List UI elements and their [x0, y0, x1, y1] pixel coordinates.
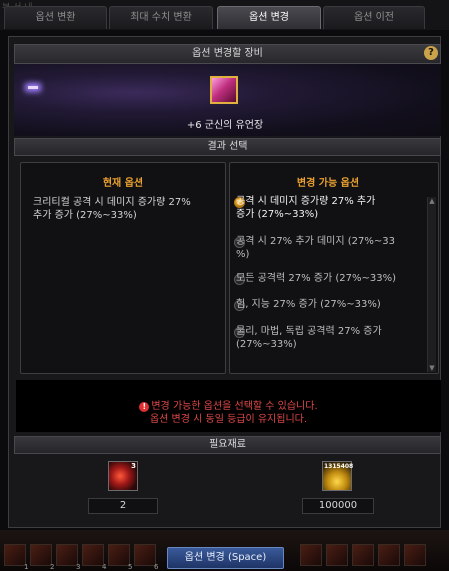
option-line: 힘, 지능 27% 증가 (27%~33%)	[236, 299, 381, 310]
current-option-title: 현재 옵션	[102, 178, 144, 189]
current-option-line: 크리티컬 공격 시 데미지 증가량 27%	[33, 197, 191, 208]
quickslot-1[interactable]	[4, 544, 26, 566]
quickslot-3[interactable]	[56, 544, 78, 566]
option-line: %)	[236, 249, 250, 260]
material-amount: 2	[88, 498, 158, 514]
section-title-result: 결과 선택	[14, 138, 441, 156]
options-scrollbar[interactable]: ▲ ▼	[427, 197, 436, 372]
current-option-panel	[20, 162, 226, 374]
gold-coins-icon[interactable]: 1315408	[322, 461, 354, 491]
quickslot-number: 2	[50, 563, 55, 571]
equipment-name: +6 군신의 유언장	[186, 120, 264, 131]
scroll-up-arrow-icon[interactable]: ▲	[428, 197, 436, 205]
quickslot-number: 4	[102, 563, 107, 571]
option-item-5[interactable]: 물리, 마법, 독립 공격력 27% 증가 (27%~33%)	[236, 325, 416, 351]
option-change-button[interactable]: 옵션 변경 (Space)	[167, 547, 284, 569]
current-option-line: 추가 증가 (27%~33%)	[33, 210, 137, 221]
quickslot-number: 5	[128, 563, 133, 571]
tab-option-change[interactable]: 옵션 변경	[217, 6, 321, 29]
scroll-item-icon[interactable]	[210, 76, 238, 104]
quickslot-6[interactable]	[134, 544, 156, 566]
skill-slot[interactable]	[404, 544, 426, 566]
changeable-options-title: 변경 가능 옵션	[296, 178, 360, 189]
quickslot-2[interactable]	[30, 544, 52, 566]
quickslot-number: 6	[154, 563, 159, 571]
section-title-materials: 필요재료	[14, 436, 441, 454]
option-line: 공격 시 27% 추가 데미지 (27%~33	[236, 236, 395, 247]
tab-option-transfer[interactable]: 옵션 이전	[323, 6, 425, 29]
gold-amount: 100000	[302, 498, 374, 514]
quickslot-5[interactable]	[108, 544, 130, 566]
quickslot-number: 1	[24, 563, 29, 571]
option-line: 물리, 마법, 독립 공격력 27% 증가	[236, 326, 382, 337]
skill-slot[interactable]	[352, 544, 374, 566]
option-line: 공격 시 데미지 증가량 27% 추가	[236, 196, 376, 207]
quickslot-number: 3	[76, 563, 81, 571]
tab-max-value-conversion[interactable]: 최대 수치 변환	[109, 6, 213, 29]
option-line: 증가 (27%~33%)	[236, 209, 319, 220]
option-item-1[interactable]: 공격 시 데미지 증가량 27% 추가 증가 (27%~33%)	[236, 195, 416, 221]
tab-option-conversion[interactable]: 옵션 변환	[4, 6, 107, 29]
help-icon[interactable]: ?	[424, 46, 438, 60]
quickslot-4[interactable]	[82, 544, 104, 566]
option-item-2[interactable]: 공격 시 27% 추가 데미지 (27%~33 %)	[236, 235, 416, 261]
red-orb-material-icon[interactable]: 3	[108, 461, 138, 491]
option-item-4[interactable]: 힘, 지능 27% 증가 (27%~33%)	[236, 298, 416, 311]
section-title-equipment: 옵션 변경할 장비	[14, 44, 441, 64]
notice-line-2: 옵션 변경 시 동일 등급이 유지됩니다.	[149, 414, 308, 425]
skill-slot[interactable]	[326, 544, 348, 566]
material-count-badge: 3	[131, 462, 136, 470]
gold-owned-badge: 1315408	[324, 463, 354, 470]
option-item-3[interactable]: 모든 공격력 27% 증가 (27%~33%)	[236, 272, 416, 285]
skill-slot[interactable]	[300, 544, 322, 566]
skill-slot[interactable]	[378, 544, 400, 566]
scroll-down-arrow-icon[interactable]: ▼	[428, 364, 436, 372]
sparkle-icon	[28, 86, 38, 89]
option-line: (27%~33%)	[236, 339, 297, 350]
option-line: 모든 공격력 27% 증가 (27%~33%)	[236, 273, 396, 284]
